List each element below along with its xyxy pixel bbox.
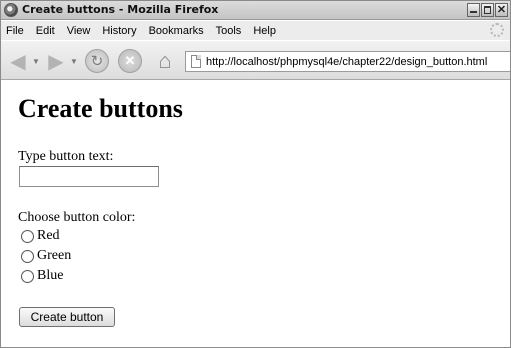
reload-button[interactable]: ↻ [85,49,109,73]
window-controls: ✕ [467,3,508,17]
forward-arrow-icon: ▶ [48,50,64,73]
button-color-label: Choose button color: [18,210,136,225]
button-text-input[interactable] [19,166,159,187]
radio-blue[interactable] [21,269,34,283]
menu-view[interactable]: View [61,25,97,37]
maximize-icon [484,6,491,14]
forward-button[interactable]: ▶ [45,50,67,73]
button-text-label: Type button text: [18,149,114,164]
color-option-blue[interactable]: Blue [21,268,63,284]
dropdown-icon: ▼ [70,56,78,66]
menu-edit[interactable]: Edit [30,25,61,37]
minimize-icon [470,11,477,13]
url-text[interactable]: http://localhost/phpmysql4e/chapter22/de… [206,56,487,68]
forward-history-dropdown[interactable]: ▼ [69,55,79,67]
menu-file[interactable]: File [1,25,30,37]
create-button-submit[interactable]: Create button [19,307,115,327]
radio-label-green: Green [37,248,72,263]
stop-button[interactable]: ✕ [118,49,142,73]
back-arrow-icon: ◀ [10,50,26,73]
stop-icon: ✕ [124,53,136,68]
page-icon [191,55,201,68]
page-content: Create buttons Type button text: Choose … [1,81,510,347]
home-icon: ⌂ [158,48,172,73]
dropdown-icon: ▼ [32,56,40,66]
firefox-icon [4,3,18,17]
color-option-green[interactable]: Green [21,248,71,264]
throbber-icon [490,23,504,37]
url-bar[interactable]: http://localhost/phpmysql4e/chapter22/de… [185,51,510,72]
radio-label-blue: Blue [37,268,64,283]
menu-history[interactable]: History [96,25,142,37]
close-button[interactable]: ✕ [495,3,508,17]
title-bar: Create buttons - Mozilla Firefox ✕ [1,1,510,20]
radio-label-red: Red [37,228,60,243]
radio-red[interactable] [21,229,34,243]
back-history-dropdown[interactable]: ▼ [31,55,41,67]
minimize-button[interactable] [467,3,480,17]
back-button[interactable]: ◀ [7,50,29,73]
color-option-red[interactable]: Red [21,228,60,244]
page-title: Create buttons [18,94,183,123]
menu-bookmarks[interactable]: Bookmarks [143,25,210,37]
radio-green[interactable] [21,249,34,263]
menu-tools[interactable]: Tools [210,25,248,37]
navigation-toolbar: ◀ ▼ ▶ ▼ ↻ ✕ ⌂ http://localhost/phpmysql4… [1,41,510,80]
reload-icon: ↻ [90,53,104,70]
maximize-button[interactable] [481,3,494,17]
home-button[interactable]: ⌂ [152,48,178,74]
menu-bar: File Edit View History Bookmarks Tools H… [1,21,510,40]
browser-window: Create buttons - Mozilla Firefox ✕ File … [0,0,511,348]
window-title: Create buttons - Mozilla Firefox [22,3,219,16]
menu-help[interactable]: Help [247,25,282,37]
close-icon: ✕ [496,4,507,16]
